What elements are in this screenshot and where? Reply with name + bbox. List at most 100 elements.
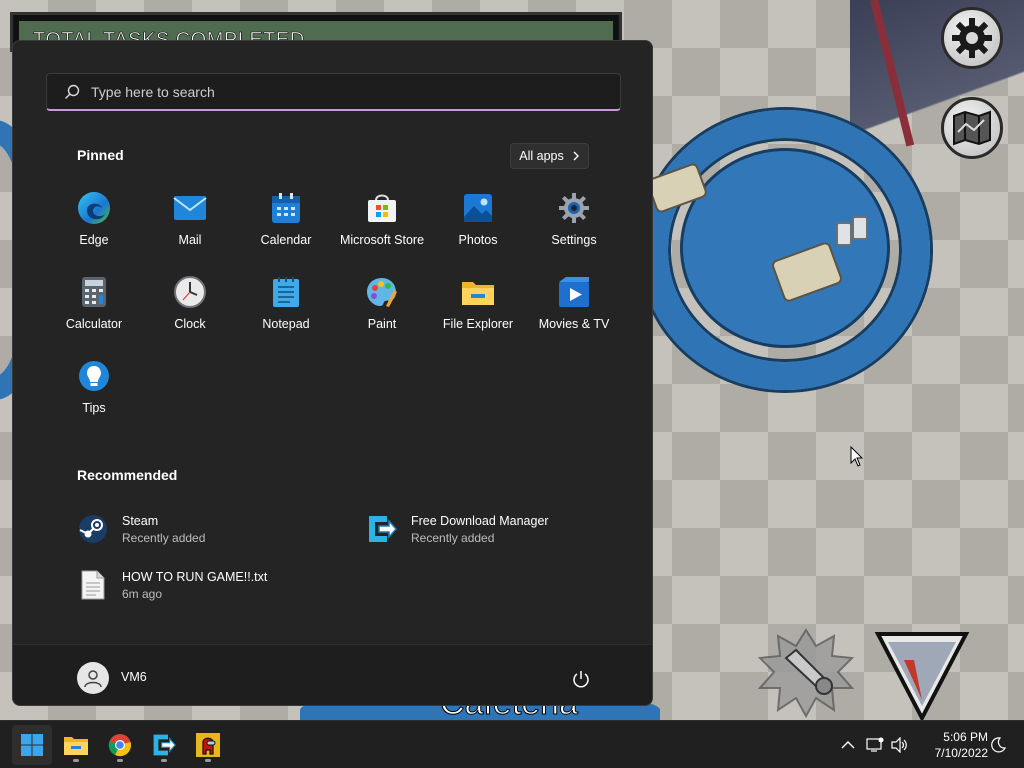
recommended-name: HOW TO RUN GAME!!.txt [122,569,268,584]
taskbar-clock[interactable]: 5:06 PM 7/10/2022 [916,729,988,761]
all-apps-label: All apps [519,149,564,163]
chevron-right-icon [573,151,579,161]
focus-assist-icon [991,737,1006,753]
clock-icon [173,275,207,309]
folder-icon [461,275,495,309]
table-top [680,148,890,348]
app-label: Clock [174,317,206,331]
tips-icon [77,359,111,393]
pinned-app-mail[interactable]: Mail [142,185,238,269]
app-label: Tips [82,401,106,415]
power-icon [573,671,589,688]
notepad-icon [269,275,303,309]
recommended-item-fdm[interactable]: Free Download Manager Recently added [366,507,549,551]
app-label: Calculator [65,317,123,331]
mail-icon [173,191,207,225]
focus-assist[interactable] [988,735,1008,755]
all-apps-button[interactable]: All apps [510,143,589,169]
pinned-app-tips[interactable]: Tips [46,353,142,437]
pinned-app-edge[interactable]: Edge [46,185,142,269]
fdm-icon [153,734,176,756]
pinned-title: Pinned [77,147,124,163]
start-button[interactable] [12,725,52,765]
windows-icon [21,734,43,756]
app-label: Photos [458,233,498,247]
fdm-icon [366,513,398,545]
app-label: Paint [367,317,397,331]
pinned-app-paint[interactable]: Paint [334,269,430,353]
pinned-app-file-explorer[interactable]: File Explorer [430,269,526,353]
clock-date: 7/10/2022 [934,746,988,760]
map-icon [953,110,991,146]
cup [852,216,868,240]
pinned-app-calculator[interactable]: Calculator [46,269,142,353]
paint-icon [365,275,399,309]
app-label: Calendar [260,233,312,247]
text-file-icon [77,569,109,601]
start-user-bar: VM6 [13,644,652,705]
power-button[interactable] [569,667,593,691]
recommended-title: Recommended [77,467,178,483]
movies-icon [557,275,591,309]
calculator-icon [77,275,111,309]
recommended-item-steam[interactable]: Steam Recently added [77,507,205,551]
game-settings-button[interactable] [941,7,1003,69]
running-indicator [117,759,123,762]
search-icon [63,83,81,101]
app-label: Mail [178,233,202,247]
app-label: Edge [79,233,109,247]
use-button[interactable] [874,630,970,720]
user-name[interactable]: VM6 [121,670,147,684]
recommended-subtitle: Recently added [122,530,206,545]
app-label: Notepad [262,317,310,331]
volume-icon [891,737,907,753]
photos-icon [461,191,495,225]
running-indicator [73,759,79,762]
search-placeholder: Type here to search [91,83,215,100]
show-hidden-icons[interactable] [838,735,858,755]
volume-control[interactable] [890,735,910,755]
mouse-cursor-icon [850,446,864,467]
taskbar-chrome[interactable] [100,725,140,765]
start-search-box[interactable]: Type here to search [46,73,621,111]
pinned-apps-grid: Edge Mail Calendar Microsoft Store Photo… [46,185,622,437]
recommended-name: Steam [122,513,159,528]
pinned-app-photos[interactable]: Photos [430,185,526,269]
taskbar: 5:06 PM 7/10/2022 [0,720,1024,768]
cup [836,222,852,246]
recommended-name: Free Download Manager [411,513,549,528]
calendar-icon [269,191,303,225]
gear-icon [952,18,992,58]
recommended-item-txt-file[interactable]: HOW TO RUN GAME!!.txt 6m ago [77,563,267,607]
user-icon [84,670,102,688]
pinned-app-notepad[interactable]: Notepad [238,269,334,353]
app-label: Settings [551,233,597,247]
chevron-up-icon [841,741,855,749]
taskbar-among-us[interactable] [188,725,228,765]
gear-icon [557,191,591,225]
report-megaphone-icon [757,628,855,719]
network-status[interactable] [865,735,885,755]
taskbar-free-download-manager[interactable] [144,725,184,765]
network-icon [866,737,884,752]
report-button[interactable] [756,628,856,719]
pinned-app-microsoft-store[interactable]: Microsoft Store [334,185,430,269]
pinned-app-settings[interactable]: Settings [526,185,622,269]
pinned-app-movies-tv[interactable]: Movies & TV [526,269,622,353]
pinned-app-clock[interactable]: Clock [142,269,238,353]
game-map-button[interactable] [941,97,1003,159]
edge-icon [77,191,111,225]
steam-icon [77,513,109,545]
pinned-app-calendar[interactable]: Calendar [238,185,334,269]
clock-time: 5:06 PM [943,730,988,744]
user-avatar[interactable] [77,662,109,694]
folder-icon [64,737,88,755]
use-hand-icon [874,632,970,720]
taskbar-file-explorer[interactable] [56,725,96,765]
recommended-subtitle: Recently added [411,530,495,545]
chrome-icon [108,734,131,757]
app-label: Movies & TV [538,317,610,331]
cafeteria-table [640,110,940,400]
app-label: Microsoft Store [339,233,425,247]
start-menu: Type here to search Pinned All apps Edge… [12,40,653,706]
